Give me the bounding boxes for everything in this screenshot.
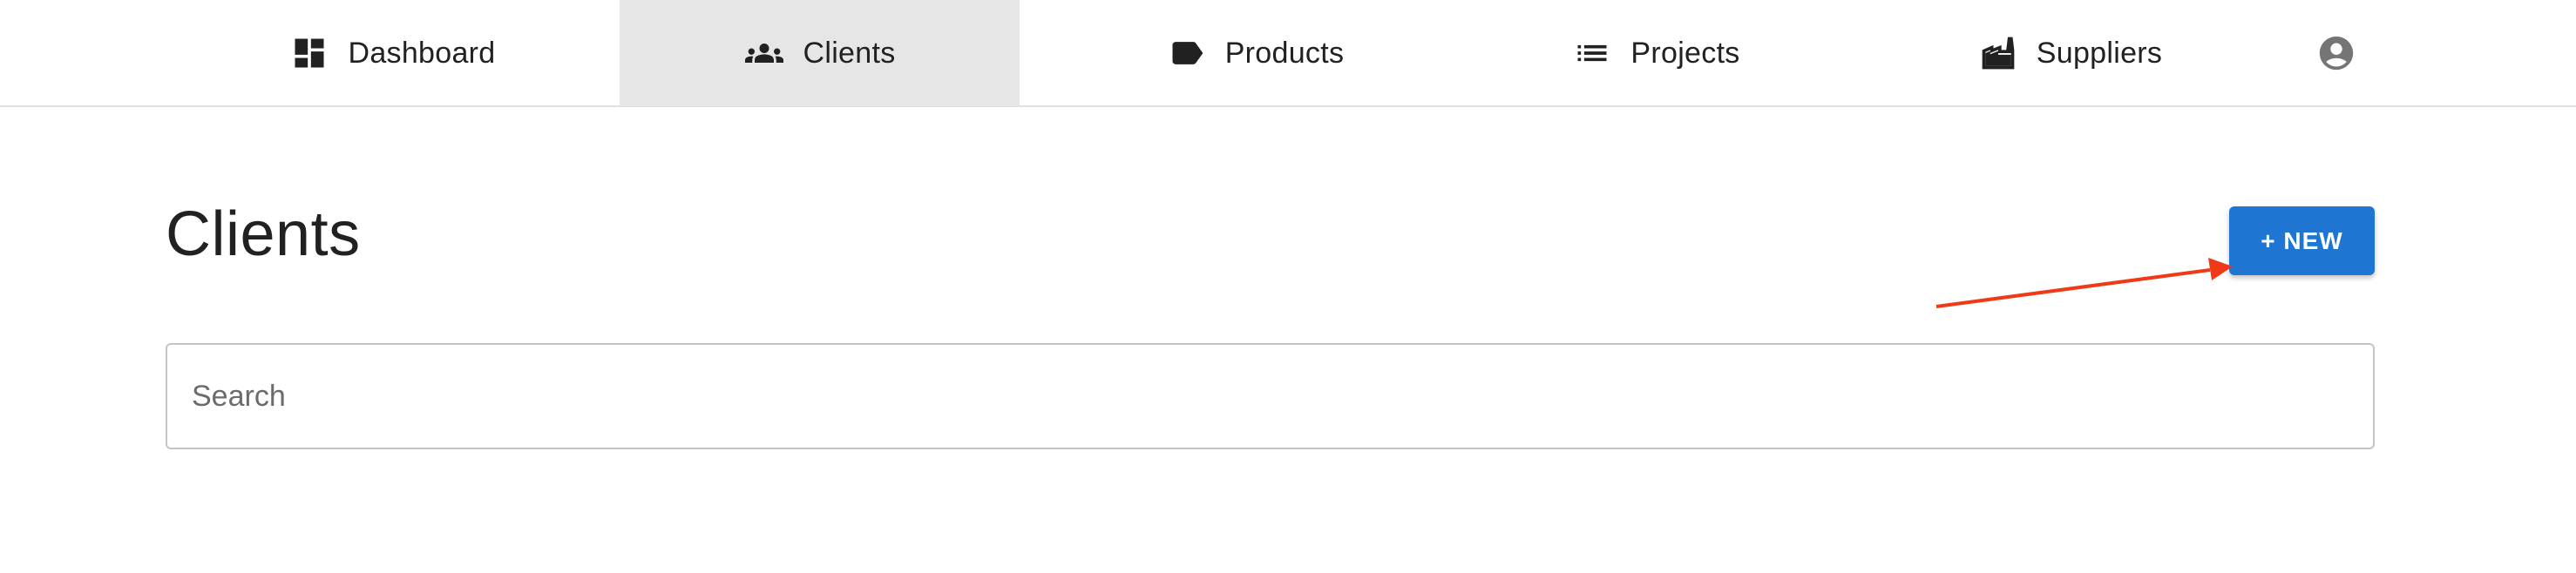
search-input[interactable] — [192, 345, 2353, 448]
tab-suppliers-label: Suppliers — [2036, 36, 2163, 70]
new-client-button[interactable]: + NEW — [2229, 206, 2375, 275]
people-icon — [743, 32, 785, 74]
top-navigation-bar: Dashboard Clients Products Projects Supp… — [0, 0, 2576, 107]
list-icon — [1571, 32, 1613, 74]
tab-products[interactable]: Products — [1081, 0, 1429, 106]
tab-clients-label: Clients — [803, 36, 896, 70]
factory-icon — [1977, 32, 2019, 74]
search-field[interactable] — [166, 343, 2375, 449]
account-circle-icon — [2316, 36, 2356, 77]
tab-dashboard-label: Dashboard — [348, 36, 496, 70]
tab-projects[interactable]: Projects — [1516, 0, 1795, 106]
dashboard-icon — [288, 32, 330, 74]
tab-dashboard[interactable]: Dashboard — [244, 0, 540, 106]
account-avatar-button[interactable] — [2316, 33, 2356, 73]
tab-projects-label: Projects — [1630, 36, 1740, 70]
tab-clients[interactable]: Clients — [620, 0, 1020, 106]
page-title: Clients — [166, 199, 361, 269]
label-tag-icon — [1166, 32, 1208, 74]
tab-suppliers[interactable]: Suppliers — [1943, 0, 2196, 106]
tab-products-label: Products — [1224, 36, 1345, 70]
